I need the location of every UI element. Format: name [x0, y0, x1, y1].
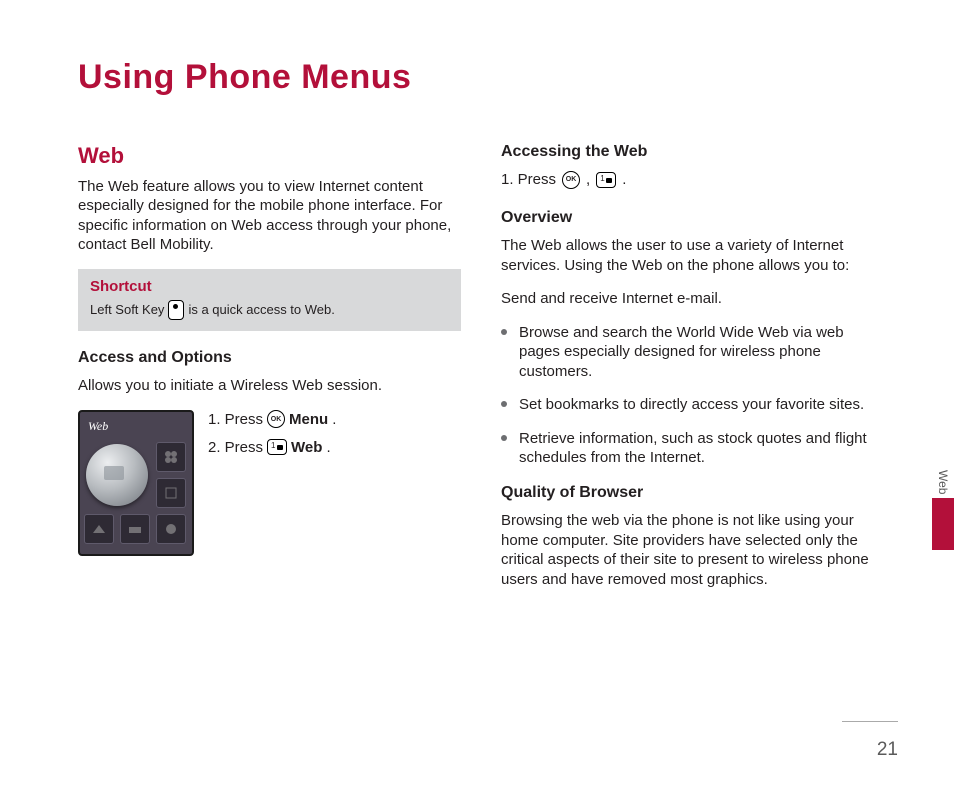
side-tab: Web	[932, 470, 954, 550]
access-row: Web 1. Press OK Menu. 2. Press Web.	[78, 410, 461, 556]
shortcut-text: Left Soft Key is a quick access to Web.	[90, 301, 449, 321]
shortcut-before: Left Soft Key	[90, 302, 164, 319]
step-1-num: 1. Press	[208, 410, 263, 430]
right-column: Accessing the Web 1. Press OK, . Overvie…	[501, 141, 884, 604]
overview-bullets: Browse and search the World Wide Web via…	[501, 323, 884, 468]
access-steps: 1. Press OK Menu. 2. Press Web.	[208, 410, 336, 467]
section-title-web: Web	[78, 141, 461, 171]
side-tab-label: Web	[935, 470, 951, 494]
step-2-num: 2. Press	[208, 438, 263, 458]
overview-heading: Overview	[501, 207, 884, 229]
shortcut-title: Shortcut	[90, 277, 449, 297]
step-1-label: Menu	[289, 410, 328, 430]
quality-heading: Quality of Browser	[501, 482, 884, 504]
access-heading: Access and Options	[78, 347, 461, 369]
list-item: Set bookmarks to directly access your fa…	[501, 395, 884, 415]
step-2: 2. Press Web.	[208, 438, 336, 458]
press-line: 1. Press OK, .	[501, 170, 884, 190]
step-1: 1. Press OK Menu.	[208, 410, 336, 430]
globe-icon	[86, 444, 148, 506]
list-item: Retrieve information, such as stock quot…	[501, 429, 884, 468]
phone-tile-icon	[156, 478, 186, 508]
one-key-icon	[267, 439, 287, 455]
left-column: Web The Web feature allows you to view I…	[78, 141, 461, 604]
ok-key-icon: OK	[267, 410, 285, 428]
left-soft-key-icon	[168, 300, 184, 320]
ok-key-icon: OK	[562, 171, 580, 189]
quality-para: Browsing the web via the phone is not li…	[501, 511, 884, 589]
phone-tile-icon	[156, 514, 186, 544]
phone-tile-icon	[84, 514, 114, 544]
page-number: 21	[877, 737, 898, 763]
access-intro: Allows you to initiate a Wireless Web se…	[78, 376, 461, 396]
phone-tile-icon	[120, 514, 150, 544]
phone-tile-icon	[156, 442, 186, 472]
list-item: Browse and search the World Wide Web via…	[501, 323, 884, 382]
phone-screenshot: Web	[78, 410, 194, 556]
accessing-heading: Accessing the Web	[501, 141, 884, 163]
press-num: 1. Press	[501, 170, 556, 190]
chapter-title: Using Phone Menus	[78, 55, 884, 101]
shortcut-box: Shortcut Left Soft Key is a quick access…	[78, 269, 461, 331]
phone-screenshot-caption: Web	[88, 418, 108, 434]
shortcut-after: is a quick access to Web.	[188, 302, 334, 319]
overview-line: Send and receive Internet e-mail.	[501, 289, 884, 309]
side-tab-block	[932, 498, 954, 550]
one-key-icon	[596, 172, 616, 188]
step-2-label: Web	[291, 438, 322, 458]
web-intro: The Web feature allows you to view Inter…	[78, 177, 461, 255]
two-column-layout: Web The Web feature allows you to view I…	[78, 141, 884, 604]
overview-para: The Web allows the user to use a variety…	[501, 236, 884, 275]
